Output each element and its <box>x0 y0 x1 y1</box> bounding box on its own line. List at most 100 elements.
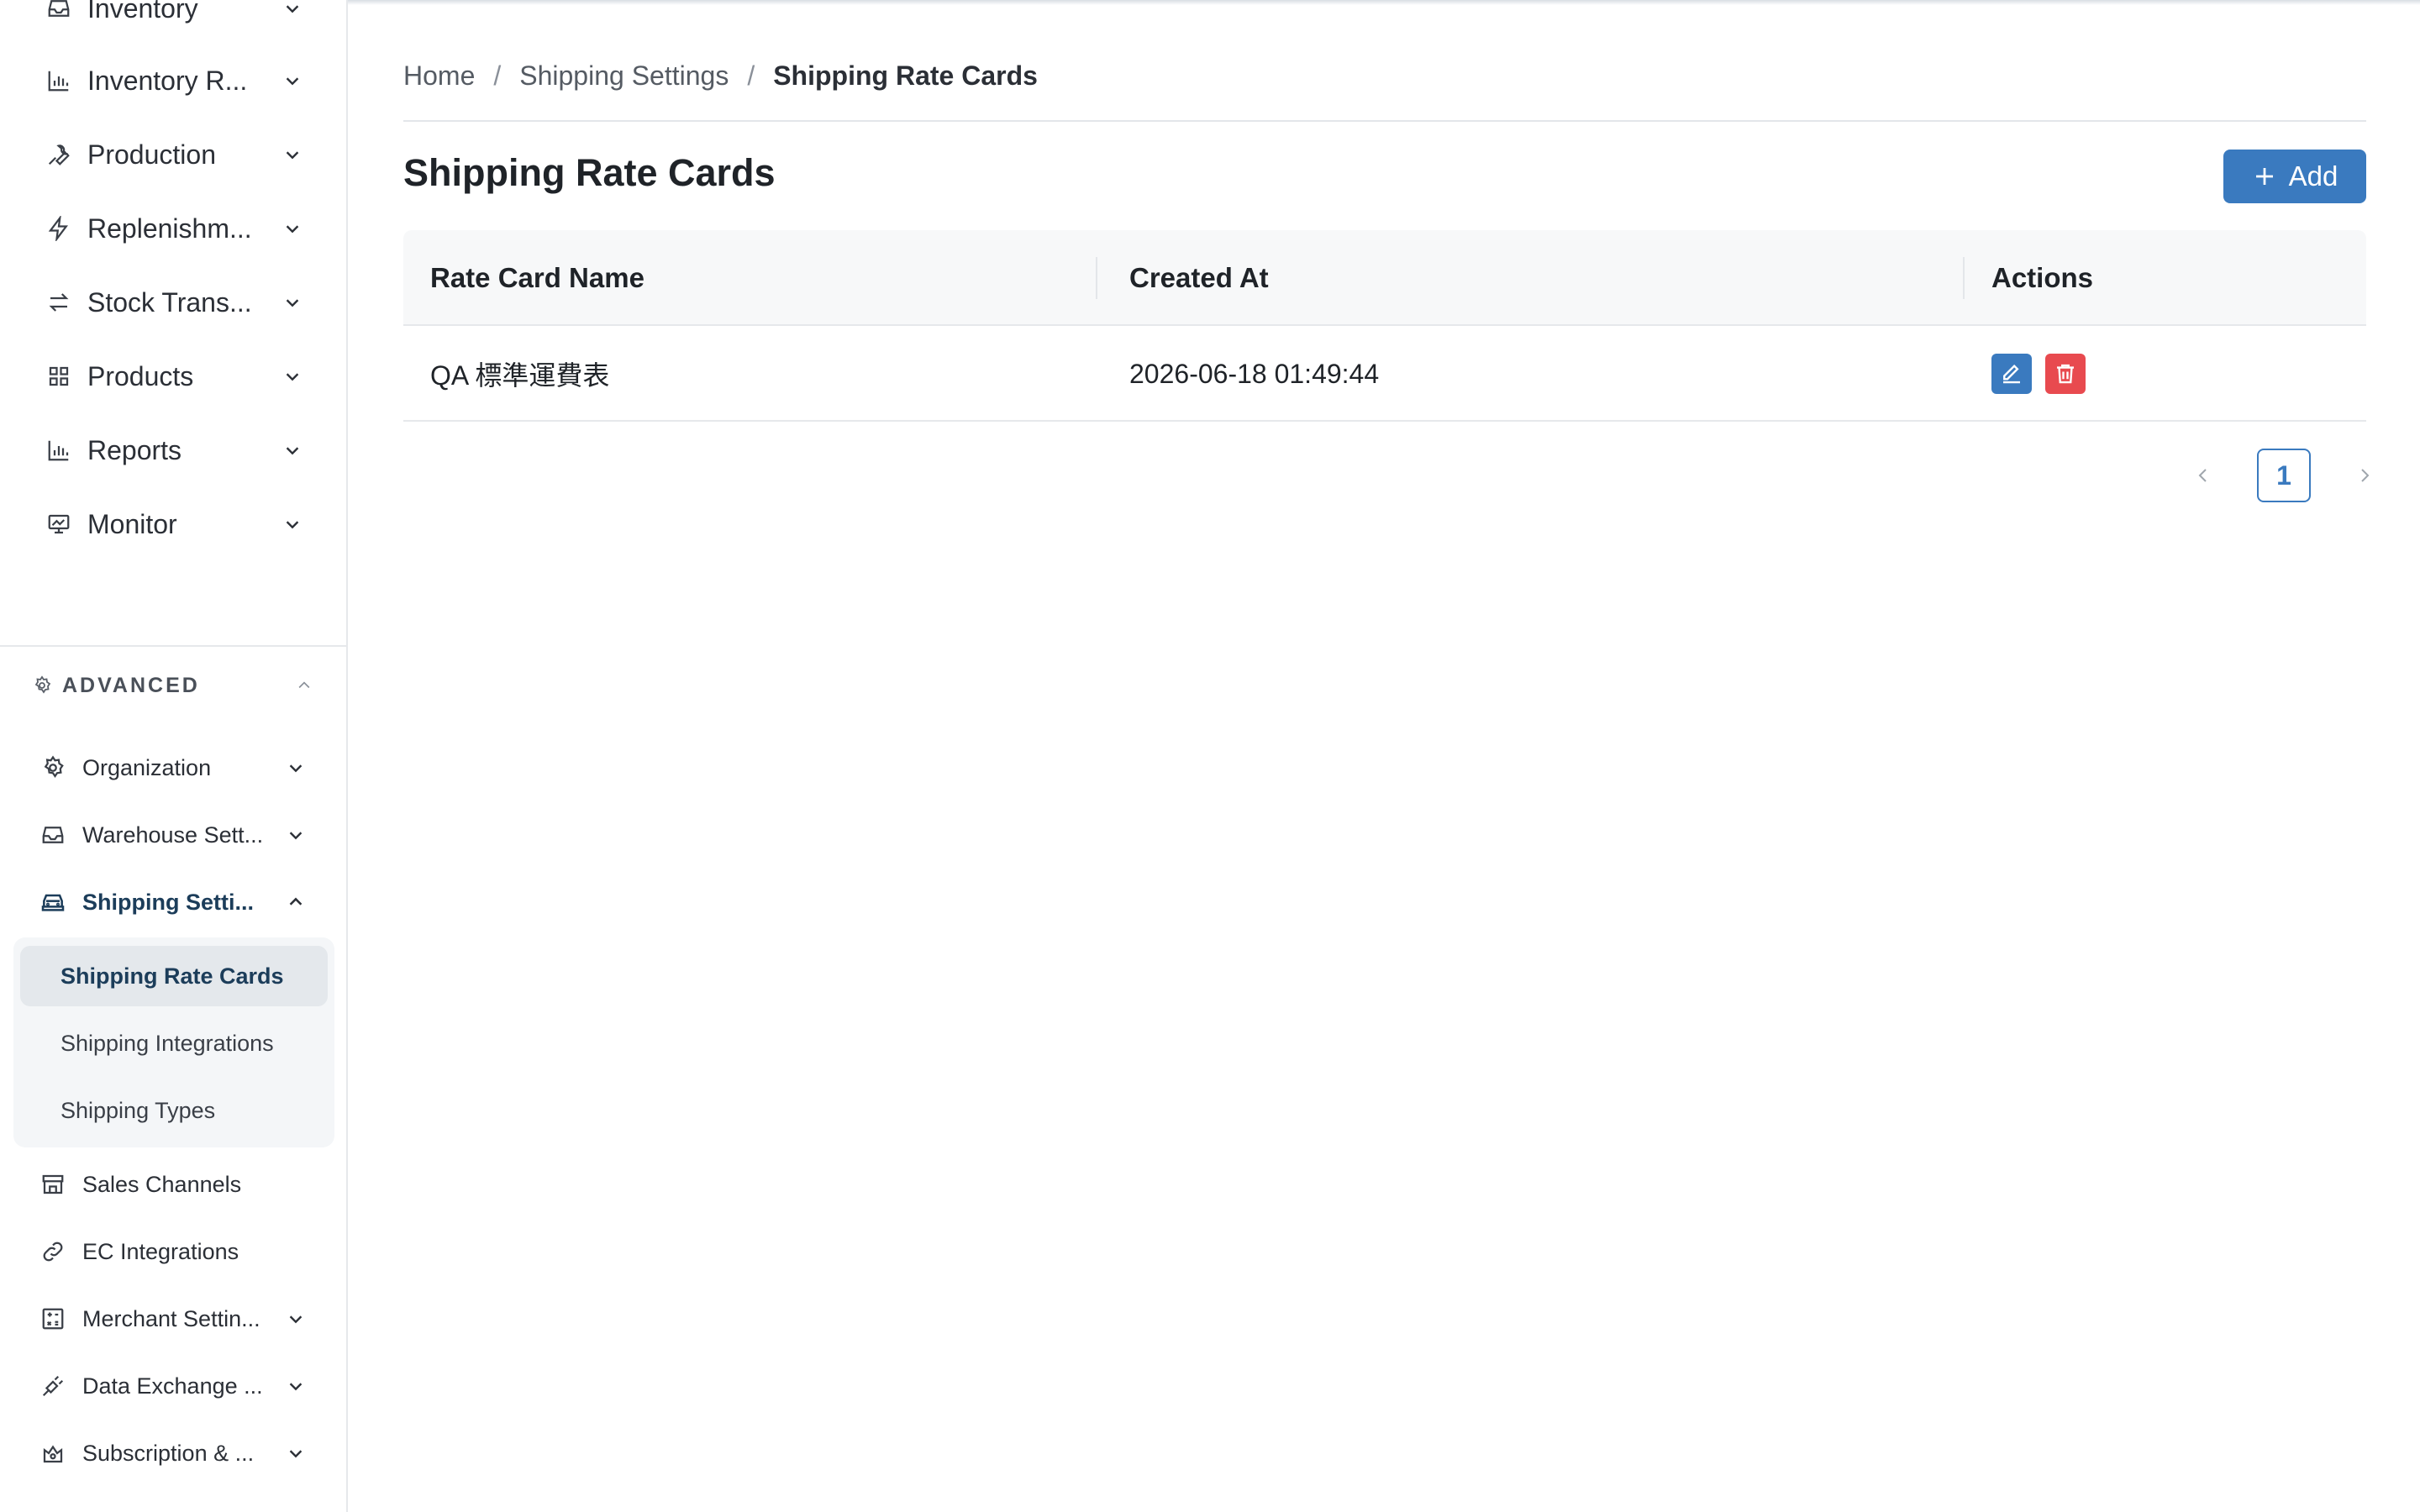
chevron-up-icon[interactable] <box>292 674 316 697</box>
sidebar-subitem-shipping-types[interactable]: Shipping Types <box>20 1080 328 1141</box>
rate-cards-table: Rate Card Name Created At Actions QA 標準運… <box>403 230 2366 422</box>
breadcrumb-divider <box>403 120 2366 122</box>
sidebar-item-label: Replenishm... <box>87 213 252 244</box>
header-shadow <box>348 0 2420 5</box>
gear-icon <box>30 674 54 697</box>
sidebar-item-sales-channels[interactable]: Sales Channels <box>39 1163 308 1206</box>
sidebar-item-subscription[interactable]: Subscription & ... <box>39 1431 308 1475</box>
chevron-down-icon[interactable] <box>281 143 304 166</box>
chevron-down-icon[interactable] <box>284 756 308 780</box>
chevron-down-icon[interactable] <box>284 1307 308 1331</box>
sidebar-item-label: EC Integrations <box>82 1238 239 1264</box>
storefront-icon <box>39 1170 67 1199</box>
table-row: QA 標準運費表 2026-06-18 01:49:44 <box>403 326 2366 422</box>
sidebar-item-shipping-settings[interactable]: Shipping Setti... <box>39 880 308 924</box>
cell-created-at: 2026-06-18 01:49:44 <box>1129 358 1380 389</box>
trash-icon <box>2053 361 2078 386</box>
table-header: Rate Card Name Created At Actions <box>403 230 2366 326</box>
sidebar-item-products[interactable]: Products <box>44 353 304 400</box>
sidebar-item-stock-transfers[interactable]: Stock Trans... <box>44 279 304 326</box>
gear-icon <box>39 753 67 782</box>
page-number-button[interactable]: 1 <box>2257 449 2311 502</box>
sidebar-item-label: Sales Channels <box>82 1171 242 1197</box>
sidebar-subitem-label: Shipping Integrations <box>60 1030 274 1056</box>
sidebar-item-inventory-reports[interactable]: Inventory R... <box>44 57 304 104</box>
prev-page-button[interactable] <box>2185 457 2222 494</box>
breadcrumb-separator: / <box>747 60 755 91</box>
sidebar-item-label: Data Exchange ... <box>82 1373 263 1399</box>
plus-icon <box>2252 164 2277 189</box>
sidebar-subitem-label: Shipping Types <box>60 1097 216 1123</box>
sidebar-item-label: Inventory <box>87 0 198 24</box>
bar-chart-icon <box>44 66 74 96</box>
sidebar-item-label: Stock Trans... <box>87 286 252 318</box>
pagination: 1 <box>2185 449 2383 502</box>
chevron-down-icon[interactable] <box>281 217 304 240</box>
add-button-label: Add <box>2288 160 2338 192</box>
sidebar-subitem-shipping-rate-cards[interactable]: Shipping Rate Cards <box>20 946 328 1006</box>
sidebar-item-organization[interactable]: Organization <box>39 746 308 790</box>
column-divider <box>1096 257 1097 299</box>
plug-icon <box>39 1372 67 1400</box>
chevron-down-icon[interactable] <box>281 512 304 536</box>
chevron-up-icon[interactable] <box>284 890 308 914</box>
badge-icon <box>39 1439 67 1467</box>
chevron-down-icon[interactable] <box>281 69 304 92</box>
column-header-created-at[interactable]: Created At <box>1129 230 1269 326</box>
chevron-down-icon[interactable] <box>281 0 304 20</box>
sidebar-item-ec-integrations[interactable]: EC Integrations <box>39 1230 308 1273</box>
link-icon <box>39 1237 67 1266</box>
chevron-down-icon[interactable] <box>284 1374 308 1398</box>
add-button[interactable]: Add <box>2223 150 2366 203</box>
wrench-icon <box>44 139 74 170</box>
delete-button[interactable] <box>2045 354 2086 394</box>
sidebar-item-label: Inventory R... <box>87 65 248 96</box>
breadcrumb-current: Shipping Rate Cards <box>773 60 1038 91</box>
sidebar-item-label: Monitor <box>87 508 177 539</box>
sidebar-item-label: Subscription & ... <box>82 1440 255 1466</box>
column-header-rate-card-name[interactable]: Rate Card Name <box>430 230 644 326</box>
chevron-down-icon[interactable] <box>284 1441 308 1465</box>
sidebar-item-warehouse-settings[interactable]: Warehouse Sett... <box>39 813 308 857</box>
breadcrumb: Home / Shipping Settings / Shipping Rate… <box>403 57 1038 94</box>
monitor-chart-icon <box>44 509 74 539</box>
sidebar-item-reports[interactable]: Reports <box>44 427 304 474</box>
sidebar-item-replenishment[interactable]: Replenishm... <box>44 205 304 252</box>
sidebar-item-label: Products <box>87 360 194 391</box>
next-page-button[interactable] <box>2346 457 2383 494</box>
bolt-icon <box>44 213 74 244</box>
pencil-icon <box>1999 361 2024 386</box>
sidebar-divider <box>0 645 346 647</box>
transfer-arrows-icon <box>44 287 74 318</box>
chevron-down-icon[interactable] <box>281 438 304 462</box>
bar-chart-icon <box>44 435 74 465</box>
breadcrumb-shipping-settings[interactable]: Shipping Settings <box>519 60 729 92</box>
advanced-section-header[interactable]: ADVANCED <box>30 669 316 702</box>
sidebar-item-production[interactable]: Production <box>44 131 304 178</box>
chevron-down-icon[interactable] <box>284 823 308 847</box>
sidebar-item-label: Shipping Setti... <box>82 889 254 915</box>
sidebar-item-merchant-settings[interactable]: Merchant Settin... <box>39 1297 308 1341</box>
column-divider <box>1963 257 1965 299</box>
sidebar-item-inventory[interactable]: Inventory <box>44 0 304 32</box>
page-title: Shipping Rate Cards <box>403 151 776 194</box>
sidebar-item-label: Merchant Settin... <box>82 1305 260 1331</box>
sidebar-item-label: Reports <box>87 434 182 465</box>
calculator-icon <box>39 1305 67 1333</box>
cell-actions <box>1991 326 2099 422</box>
sidebar-item-label: Warehouse Sett... <box>82 822 264 848</box>
breadcrumb-home[interactable]: Home <box>403 60 475 92</box>
grid-icon <box>44 361 74 391</box>
sidebar-item-monitor[interactable]: Monitor <box>44 501 304 548</box>
column-header-actions: Actions <box>1991 262 2094 293</box>
advanced-section-label: ADVANCED <box>62 673 200 697</box>
breadcrumb-separator: / <box>493 60 502 91</box>
chevron-down-icon[interactable] <box>281 365 304 388</box>
sidebar-subitem-shipping-integrations[interactable]: Shipping Integrations <box>20 1013 328 1074</box>
chevron-down-icon[interactable] <box>281 291 304 314</box>
sidebar: Inventory Inventory R... Production Repl… <box>0 0 348 1512</box>
sidebar-item-data-exchange[interactable]: Data Exchange ... <box>39 1364 308 1408</box>
edit-button[interactable] <box>1991 354 2032 394</box>
inbox-icon <box>44 0 74 24</box>
sidebar-item-label: Production <box>87 139 216 170</box>
